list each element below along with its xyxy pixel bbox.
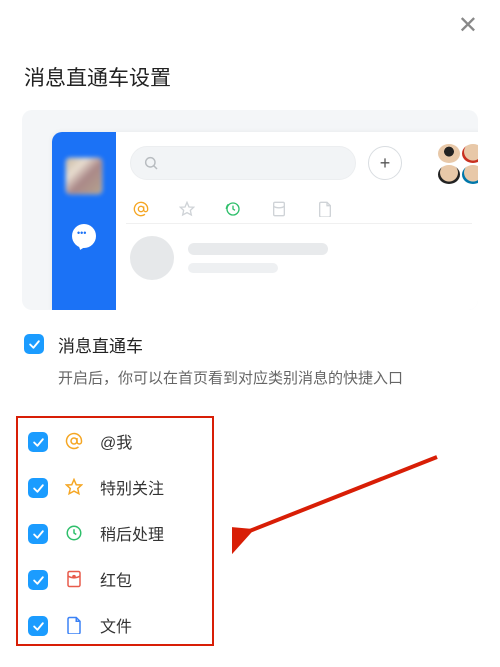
option-checkbox[interactable] (28, 432, 48, 452)
avatar (438, 144, 460, 163)
option-label: 红包 (100, 567, 132, 591)
options-highlight-box: @我 特别关注 稍后处理 红包 文件 (16, 416, 214, 646)
star-icon (64, 478, 84, 496)
option-at[interactable]: @我 (18, 418, 212, 464)
avatar-grid (438, 144, 478, 184)
redpacket-icon (64, 570, 84, 588)
avatar (66, 158, 102, 194)
option-later[interactable]: 稍后处理 (18, 510, 212, 556)
master-checkbox[interactable] (24, 334, 44, 354)
chat-icon (72, 224, 96, 248)
at-icon (64, 432, 84, 450)
master-description: 开启后，你可以在首页看到对应类别消息的快捷入口 (58, 367, 403, 388)
file-icon (64, 616, 84, 634)
option-star[interactable]: 特别关注 (18, 464, 212, 510)
option-checkbox[interactable] (28, 478, 48, 498)
preview-main: + (116, 132, 478, 310)
option-checkbox[interactable] (28, 616, 48, 636)
option-file[interactable]: 文件 (18, 602, 212, 648)
search-icon (143, 155, 159, 171)
avatar (462, 165, 478, 184)
option-label: 文件 (100, 613, 132, 637)
search-input (130, 146, 356, 180)
close-button[interactable]: ✕ (458, 14, 478, 38)
option-checkbox[interactable] (28, 524, 48, 544)
avatar (462, 144, 478, 163)
master-label: 消息直通车 (58, 332, 403, 357)
preview-message-row (130, 236, 328, 280)
add-button: + (368, 146, 402, 180)
option-label: 特别关注 (100, 475, 164, 499)
annotation-arrow (232, 452, 442, 572)
option-label: 稍后处理 (100, 521, 164, 545)
file-icon (316, 200, 334, 218)
preview-window: + (52, 132, 478, 310)
star-icon (178, 200, 196, 218)
dialog-title: 消息直通车设置 (24, 62, 171, 92)
option-checkbox[interactable] (28, 570, 48, 590)
preview-sidebar (52, 132, 116, 310)
text-placeholder (188, 243, 328, 273)
option-label: @我 (100, 429, 132, 453)
avatar-placeholder (130, 236, 174, 280)
avatar (438, 165, 460, 184)
option-redpacket[interactable]: 红包 (18, 556, 212, 602)
clock-icon (224, 200, 242, 218)
master-toggle-row: 消息直通车 开启后，你可以在首页看到对应类别消息的快捷入口 (24, 332, 403, 388)
preview-illustration: + (22, 110, 478, 310)
redpacket-icon (270, 200, 288, 218)
at-icon (132, 200, 150, 218)
clock-icon (64, 524, 84, 542)
preview-icon-row (126, 194, 472, 224)
